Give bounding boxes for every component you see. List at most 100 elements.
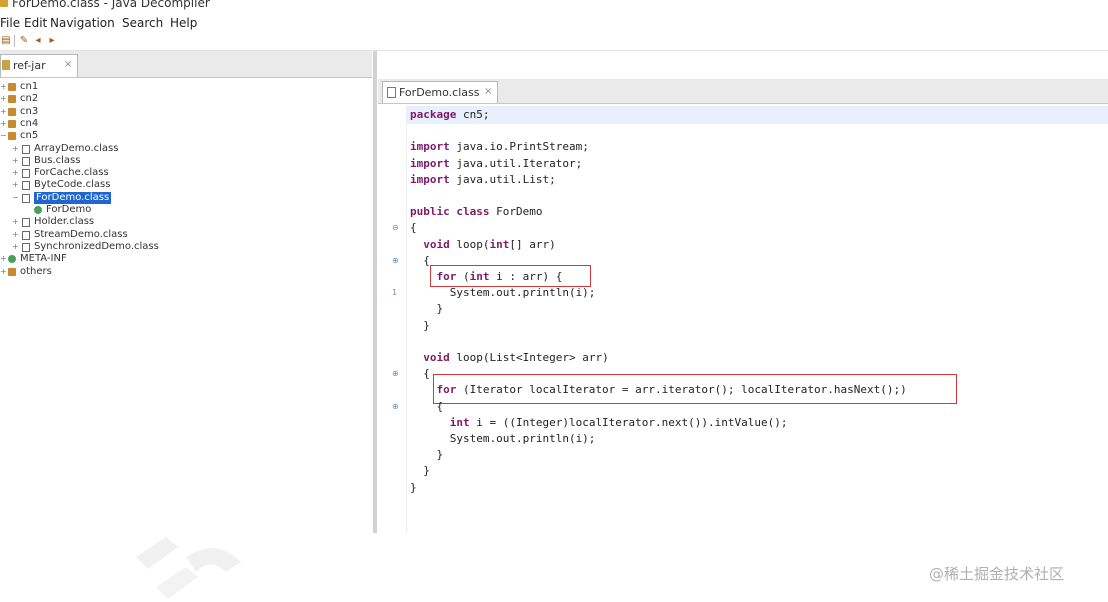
menu-help[interactable]: Help [170,16,197,30]
class-file-icon [22,230,30,240]
tree-item-label: cn5 [20,130,39,142]
editor-tab-label: ForDemo.class [399,86,480,99]
code-line: import java.util.Iterator; [410,156,583,170]
expand-toggle-icon[interactable]: + [12,241,20,253]
class-file-icon [22,218,30,228]
code-line: } [410,448,444,462]
class-icon [34,206,42,214]
code-line: { [410,253,430,267]
fold-marker-icon[interactable]: ⊕ [392,402,399,411]
expand-toggle-icon[interactable]: + [0,253,8,265]
tree-item-label: ForDemo.class [34,191,112,204]
menu-bar: File Edit Navigation Search Help [0,14,1108,32]
jar-icon [2,60,10,70]
tree-item-label: Holder.class [34,216,95,228]
expand-toggle-icon[interactable]: + [0,93,8,105]
class-file-icon [22,181,30,191]
expand-toggle-icon[interactable]: + [0,118,8,130]
current-line-highlight [407,106,1108,124]
menu-file[interactable]: File [0,16,20,30]
class-file-icon [387,87,396,98]
code-line: int i = ((Integer)localIterator.next()).… [410,415,788,429]
package-icon [8,107,16,116]
watermark-logo [136,537,241,599]
window-title: ForDemo.class - Java Decompiler [12,0,210,10]
code-line: import java.io.PrintStream; [410,140,589,154]
tab-fordemo-class[interactable]: ForDemo.class × [382,81,498,103]
expand-toggle-icon[interactable]: + [0,266,8,278]
editor-tab-bar: ForDemo.class × [378,79,1108,104]
tree-item-label: cn3 [20,105,39,117]
toolbar: ▤ ✎ ◂ ▸ [0,33,1108,51]
watermark-text: @稀土掘金技术社区 [929,565,1065,583]
tab-ref-jar[interactable]: ref-jar × [0,54,78,77]
menu-search[interactable]: Search [122,16,163,30]
code-line: { [410,367,430,381]
expand-toggle-icon[interactable]: + [12,167,20,179]
line-number-marker: 1 [392,288,398,298]
package-icon [8,267,16,276]
fold-marker-icon[interactable]: ⊖ [392,223,399,232]
class-file-icon [22,169,30,179]
code-line: import java.util.List; [410,172,556,186]
code-line: void loop(List<Integer> arr) [410,351,609,364]
class-file-icon [22,156,30,166]
package-icon [8,132,16,141]
title-bar: ForDemo.class - Java Decompiler [0,0,1108,13]
tree-item-label: META-INF [20,253,67,265]
tree-item-label: ForDemo [46,204,92,215]
fold-marker-icon[interactable]: ⊕ [392,369,399,378]
code-line: { [410,399,444,413]
tree-item-label: SynchronizedDemo.class [34,240,159,252]
folder-icon [8,255,16,264]
open-file-icon[interactable]: ▤ [0,35,12,47]
expand-toggle-icon[interactable]: + [0,81,8,93]
expand-toggle-icon[interactable]: − [0,130,8,142]
package-icon [8,119,16,128]
expand-toggle-icon[interactable]: − [12,192,20,204]
code-line: } [410,480,417,494]
code-line: for (Iterator localIterator = arr.iterat… [410,383,907,397]
toolbar-separator [14,35,15,47]
class-file-icon [22,242,30,252]
open-recent-icon[interactable]: ✎ [18,35,30,47]
fold-marker-icon[interactable]: ⊕ [392,256,399,265]
code-line: } [410,318,430,332]
tree-item-label: StreamDemo.class [34,228,128,240]
code-editor[interactable]: package cn5; import java.io.PrintStream; i… [407,104,1108,532]
expand-toggle-icon[interactable]: + [12,155,20,167]
code-line: System.out.println(i); [410,286,596,300]
code-line: System.out.println(i); [410,432,596,445]
code-line: for (int i : arr) { [410,270,563,283]
class-file-icon [22,144,30,154]
expand-toggle-icon[interactable]: + [0,106,8,118]
close-icon[interactable]: × [484,86,492,97]
left-tab-bar: ref-jar × [0,51,372,78]
panel-splitter[interactable] [373,51,377,533]
tree-item-label: Bus.class [34,154,81,166]
package-icon [8,83,16,91]
tree-item-label: cn4 [20,117,39,129]
app-icon [0,0,8,7]
close-icon[interactable]: × [64,59,72,70]
code-line: public class ForDemo [410,205,543,219]
forward-icon[interactable]: ▸ [46,35,58,47]
tree-item-label: others [20,265,52,277]
package-icon [8,95,16,104]
expand-toggle-icon[interactable]: + [12,229,20,241]
code-line: package cn5; [410,108,490,121]
expand-toggle-icon[interactable]: + [12,179,20,191]
tree-item-label: cn1 [20,81,39,92]
menu-edit[interactable]: Edit [24,16,47,30]
code-line: } [410,302,444,316]
expand-toggle-icon[interactable]: + [12,143,20,155]
package-tree: + cn1 + cn2 + cn3 + cn4− cn5 + ArrayDemo.class + Bus… [0,78,372,528]
tab-label: ref-jar [13,59,46,72]
editor-gutter: ⊖ ⊕ 1 ⊕ ⊕ [378,104,407,532]
back-icon[interactable]: ◂ [32,35,44,47]
menu-navigation[interactable]: Navigation [50,16,115,30]
expand-toggle-icon[interactable]: + [12,216,20,228]
class-file-icon [22,193,30,203]
tree-item-label: ForCache.class [34,167,109,179]
tree-item-label: ArrayDemo.class [34,142,119,154]
